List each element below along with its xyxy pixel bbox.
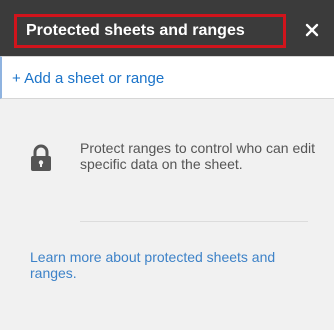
panel-header: Protected sheets and ranges bbox=[0, 0, 334, 56]
lock-icon bbox=[31, 144, 51, 171]
info-section: Protect ranges to control who can edit s… bbox=[0, 100, 334, 330]
info-description: Protect ranges to control who can edit s… bbox=[80, 140, 316, 172]
learn-more-link[interactable]: Learn more about protected sheets and ra… bbox=[30, 249, 320, 281]
close-icon bbox=[305, 23, 319, 37]
section-divider bbox=[80, 221, 308, 222]
add-sheet-or-range-link[interactable]: + Add a sheet or range bbox=[12, 70, 164, 88]
panel-title: Protected sheets and ranges bbox=[26, 22, 245, 39]
close-button[interactable] bbox=[302, 20, 322, 40]
add-sheet-or-range-row[interactable]: + Add a sheet or range bbox=[0, 56, 334, 99]
protected-ranges-panel: Protected sheets and ranges + Add a shee… bbox=[0, 0, 334, 330]
